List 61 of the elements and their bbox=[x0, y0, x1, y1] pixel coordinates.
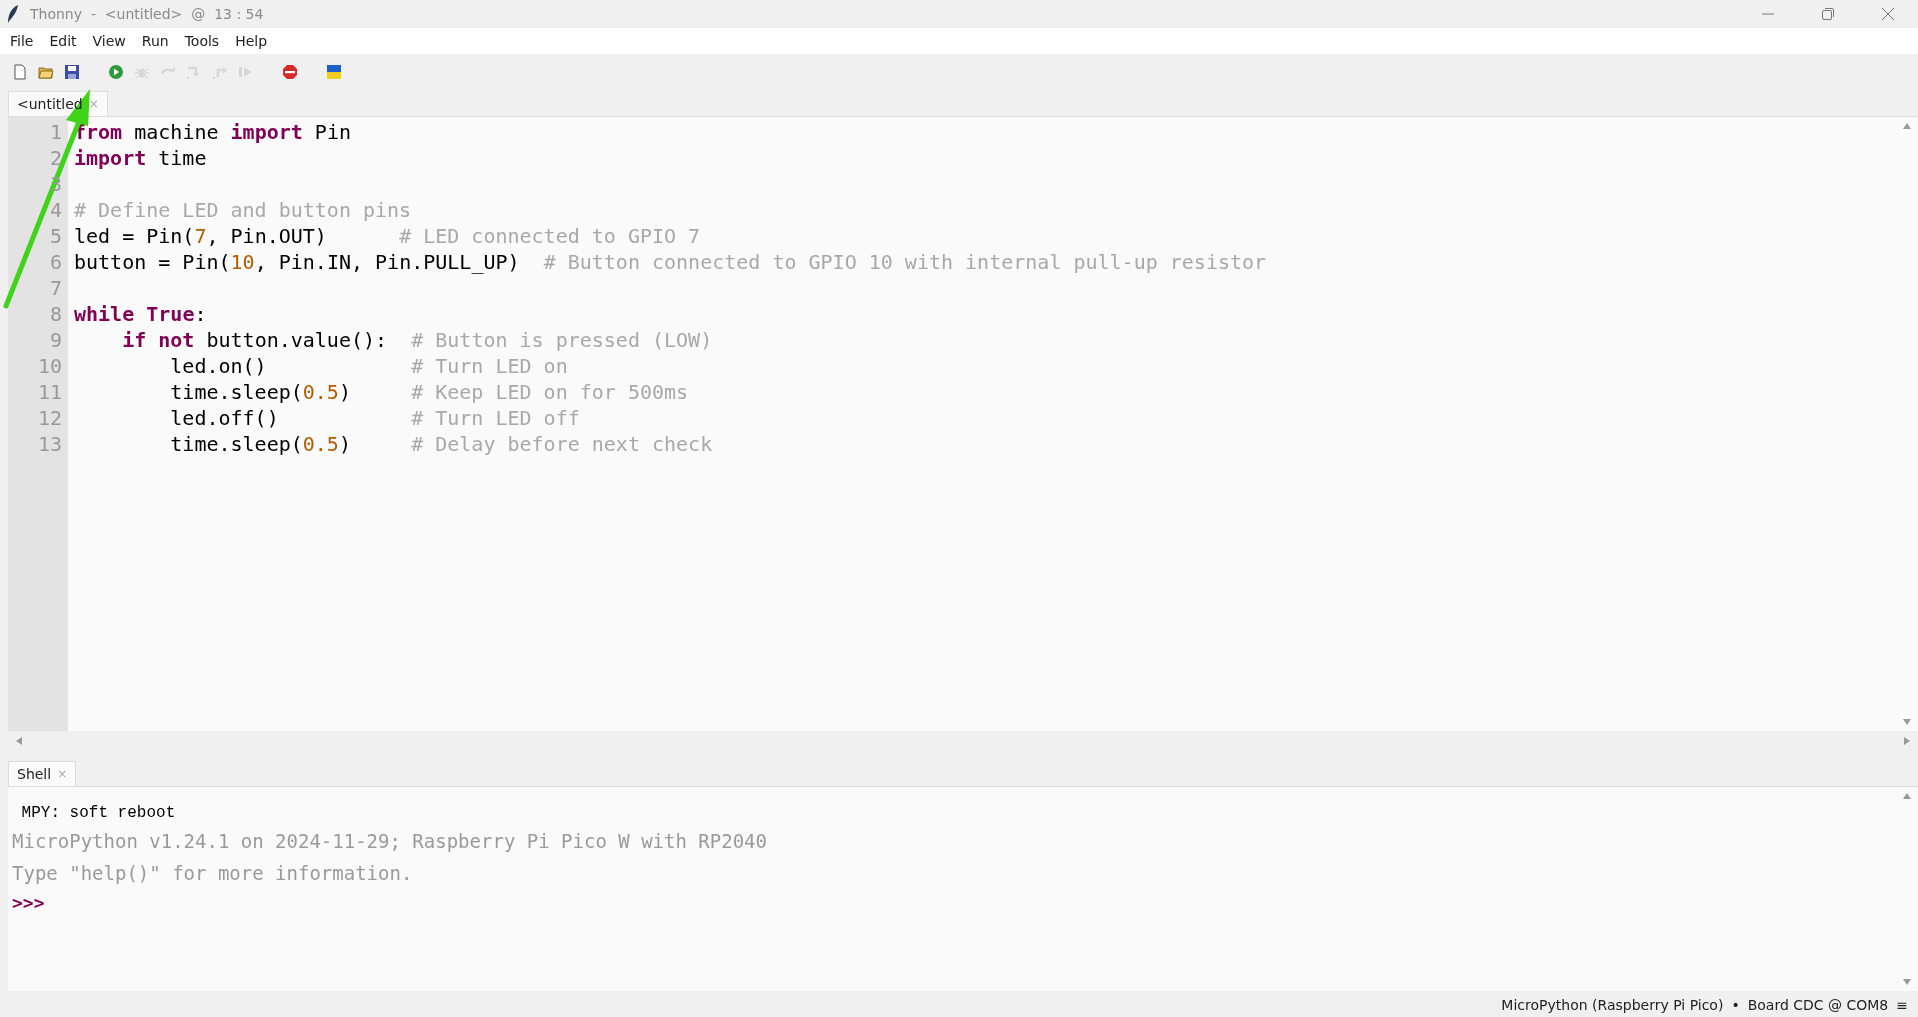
code-line: led.on() # Turn LED on bbox=[169, 353, 568, 379]
shell-output-line: MicroPython v1.24.1 on 2024-11-29; Raspberry Pi Pico W with RP2040 bbox=[12, 829, 767, 854]
line-number: 12 bbox=[36, 405, 63, 431]
interpreter-label[interactable]: MicroPython (Raspberry Pi Pico) bbox=[1501, 997, 1724, 1013]
toolbar-button[interactable] bbox=[280, 62, 300, 82]
code-line: led = Pin(7, Pin.OUT) # LED connected to GPIO 7 bbox=[74, 223, 701, 249]
feather-icon bbox=[6, 4, 20, 24]
shell-tab[interactable]: Shell × bbox=[8, 761, 77, 786]
scroll-up-icon[interactable] bbox=[1902, 121, 1912, 131]
code-line: time.sleep(0.5) # Delay before next check bbox=[169, 431, 713, 457]
line-number: 6 bbox=[48, 249, 63, 275]
line-number: 10 bbox=[36, 353, 63, 379]
shell-output-line: Type "help()" for more information. bbox=[12, 861, 413, 886]
restore-icon bbox=[1821, 7, 1835, 21]
code-line: while True: bbox=[74, 301, 207, 327]
line-number: 11 bbox=[36, 379, 63, 405]
line-number: 3 bbox=[48, 171, 63, 197]
code-line: from machine import Pin bbox=[74, 119, 351, 145]
menu-item[interactable]: File bbox=[2, 30, 42, 52]
code-line: led.off() # Turn LED off bbox=[169, 405, 580, 431]
menu-item[interactable]: Run bbox=[133, 30, 177, 52]
code-line: button = Pin(10, Pin.IN, Pin.PULL_UP) # Button connected to GPIO 10 with internal pull-up resistor bbox=[74, 249, 1267, 275]
flag-icon bbox=[326, 64, 342, 80]
up-arrow-icon bbox=[212, 64, 228, 80]
shell-prompt: >>> bbox=[12, 891, 45, 915]
toolbar-button[interactable] bbox=[106, 62, 126, 82]
close-icon bbox=[1881, 7, 1895, 21]
play-icon bbox=[108, 64, 124, 80]
code-line: time.sleep(0.5) # Keep LED on for 500ms bbox=[169, 379, 689, 405]
stop-sign-icon bbox=[282, 64, 298, 80]
toolbar-button[interactable] bbox=[324, 62, 344, 82]
scroll-up-icon[interactable] bbox=[1902, 791, 1912, 801]
menu-item[interactable]: Edit bbox=[41, 30, 85, 52]
line-number: 4 bbox=[48, 197, 63, 223]
document-icon bbox=[12, 64, 28, 80]
line-number: 7 bbox=[48, 275, 63, 301]
port-label[interactable]: Board CDC @ COM8 bbox=[1747, 997, 1889, 1013]
down-arrow-icon bbox=[186, 64, 202, 80]
resume-icon bbox=[238, 64, 254, 80]
menu-item[interactable]: View bbox=[84, 30, 134, 52]
line-number: 5 bbox=[48, 223, 63, 249]
menu-item[interactable]: Tools bbox=[176, 30, 228, 52]
scroll-left-icon[interactable] bbox=[14, 736, 24, 746]
line-number: 2 bbox=[48, 145, 63, 171]
toolbar-button[interactable] bbox=[62, 62, 82, 82]
line-number: 1 bbox=[48, 119, 63, 145]
shell-output-line: MPY: soft reboot bbox=[20, 803, 176, 824]
window-title: Thonny - <untitled> @ 13 : 54 bbox=[30, 6, 264, 22]
separator-dot: • bbox=[1731, 997, 1740, 1013]
code-line: import time bbox=[74, 145, 207, 171]
line-number: 8 bbox=[48, 301, 63, 327]
scroll-right-icon[interactable] bbox=[1902, 736, 1912, 746]
menu-item[interactable]: Help bbox=[227, 30, 276, 52]
code-line: # Define LED and button pins bbox=[74, 197, 412, 223]
menu-icon[interactable]: ≡ bbox=[1896, 997, 1908, 1013]
scroll-down-icon[interactable] bbox=[1902, 717, 1912, 727]
line-number: 9 bbox=[48, 327, 63, 353]
scroll-down-icon[interactable] bbox=[1902, 977, 1912, 987]
line-number: 13 bbox=[36, 431, 63, 457]
folder-icon bbox=[38, 64, 54, 80]
code-line: if not button.value(): # Button is pressed (LOW) bbox=[121, 327, 713, 353]
